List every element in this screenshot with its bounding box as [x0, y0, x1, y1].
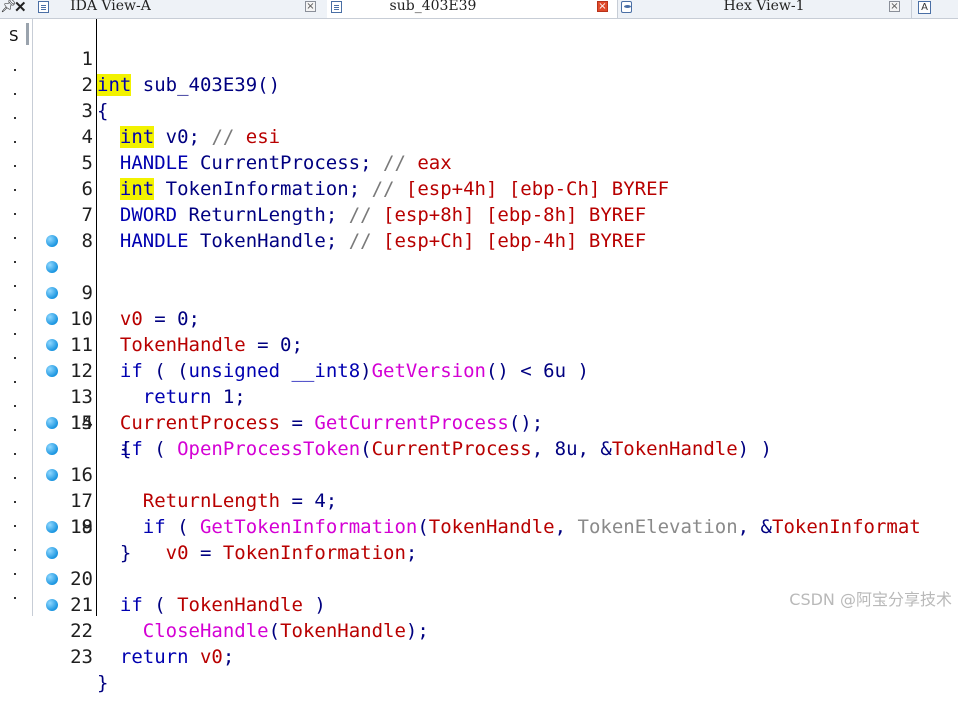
tab-close-icon[interactable]: × [889, 1, 900, 12]
list-item[interactable] [14, 93, 16, 95]
code-line[interactable]: 19 } [33, 488, 958, 564]
side-panel-scrollbar[interactable] [26, 23, 29, 45]
breakpoint-marker-icon[interactable] [46, 417, 58, 429]
list-item[interactable] [14, 285, 16, 287]
list-item[interactable] [14, 525, 16, 527]
code-line[interactable]: 21 CloseHandle(TokenHandle); [33, 540, 958, 642]
code-line[interactable]: 20 if ( TokenHandle ) [33, 514, 958, 616]
code-line[interactable]: 2 { [33, 46, 958, 122]
breakpoint-marker-icon[interactable] [46, 573, 58, 585]
line-number: 23 [70, 646, 93, 668]
list-item[interactable] [14, 597, 16, 599]
pseudocode-view[interactable]: 1 int sub_403E39() 2 { 3 int v0; // esi … [33, 19, 958, 694]
tab-close-icon[interactable]: × [597, 1, 608, 12]
list-item[interactable] [14, 357, 16, 359]
breakpoint-marker-icon[interactable] [46, 469, 58, 481]
code-line[interactable]: 14 if ( OpenProcessToken(CurrentProcess,… [33, 358, 958, 460]
tab-bar: 📌︎ ✕ IDA View-A × sub_403E39 × Hex View-… [0, 0, 958, 19]
breakpoint-marker-icon[interactable] [46, 313, 58, 325]
code-line[interactable]: 8 [33, 202, 958, 252]
code-line[interactable]: 7 HANDLE TokenHandle; // [esp+Ch] [ebp-4… [33, 176, 958, 252]
code-line[interactable]: 12 return 1; [33, 306, 958, 408]
code-line[interactable]: 13 CurrentProcess = GetCurrentProcess(); [33, 332, 958, 434]
side-panel-header: S [9, 27, 19, 45]
close-panel-icon[interactable]: ✕ [14, 0, 27, 16]
breakpoint-marker-icon[interactable] [46, 287, 58, 299]
code-line[interactable]: 9 v0 = 0; [33, 228, 958, 330]
tab-label: IDA View-A [70, 0, 151, 14]
list-item[interactable] [14, 237, 16, 239]
breakpoint-marker-icon[interactable] [46, 547, 58, 559]
tab-label: Hex View-1 [723, 0, 805, 14]
code-text: CloseHandle(TokenHandle); [142, 620, 429, 642]
list-item[interactable] [14, 117, 16, 119]
list-item[interactable] [14, 477, 16, 479]
list-item[interactable] [14, 573, 16, 575]
code-line[interactable]: 4 HANDLE CurrentProcess; // eax [33, 98, 958, 174]
code-line[interactable]: 10 TokenHandle = 0; [33, 254, 958, 356]
list-item[interactable] [14, 189, 16, 191]
tab-close-icon[interactable]: × [305, 1, 316, 12]
breakpoint-marker-icon[interactable] [46, 235, 58, 247]
list-item[interactable] [14, 405, 16, 407]
breakpoint-marker-icon[interactable] [46, 443, 58, 455]
list-item[interactable] [14, 69, 16, 71]
code-line[interactable]: 17 if ( GetTokenInformation(TokenHandle,… [33, 436, 958, 538]
watermark: CSDN @阿宝分享技术 [789, 590, 952, 609]
tab-sub-403e39[interactable]: sub_403E39 × [327, 0, 618, 18]
list-item[interactable] [14, 213, 16, 215]
list-item[interactable] [14, 309, 16, 311]
breakpoint-marker-icon[interactable] [46, 599, 58, 611]
breakpoint-marker-icon[interactable] [46, 365, 58, 377]
breakpoint-marker-icon[interactable] [46, 261, 58, 273]
code-line[interactable]: 1 int sub_403E39() [33, 20, 958, 96]
tab-hex-view-1[interactable]: Hex View-1 × [617, 0, 912, 18]
code-line[interactable]: 16 ReturnLength = 4; [33, 410, 958, 512]
breakpoint-marker-icon[interactable] [46, 521, 58, 533]
list-item[interactable] [14, 333, 16, 335]
list-item[interactable] [14, 453, 16, 455]
code-line[interactable]: 15 { [33, 384, 958, 460]
code-text: } [97, 672, 109, 694]
functions-side-panel: S [0, 19, 33, 616]
code-line[interactable]: 18 v0 = TokenInformation; [33, 462, 958, 564]
list-item[interactable] [14, 165, 16, 167]
tab-label: sub_403E39 [389, 0, 477, 14]
list-item[interactable] [14, 141, 16, 143]
code-line[interactable]: 5 int TokenInformation; // [esp+4h] [ebp… [33, 124, 958, 200]
list-item[interactable] [14, 381, 16, 383]
pin-icon[interactable]: 📌︎ [0, 0, 17, 14]
code-text: return v0; [119, 646, 235, 668]
list-item[interactable] [14, 501, 16, 503]
breakpoint-marker-icon[interactable] [46, 339, 58, 351]
code-line[interactable]: 11 if ( (unsigned __int8)GetVersion() < … [33, 280, 958, 382]
list-item[interactable] [14, 549, 16, 551]
tab-ida-view-a[interactable]: IDA View-A × [34, 0, 328, 18]
structures-tab-icon[interactable]: A [918, 1, 931, 14]
code-line[interactable]: 6 DWORD ReturnLength; // [esp+8h] [ebp-8… [33, 150, 958, 226]
list-item[interactable] [14, 261, 16, 263]
list-item[interactable] [14, 429, 16, 431]
code-line[interactable]: 3 int v0; // esi [33, 72, 958, 148]
